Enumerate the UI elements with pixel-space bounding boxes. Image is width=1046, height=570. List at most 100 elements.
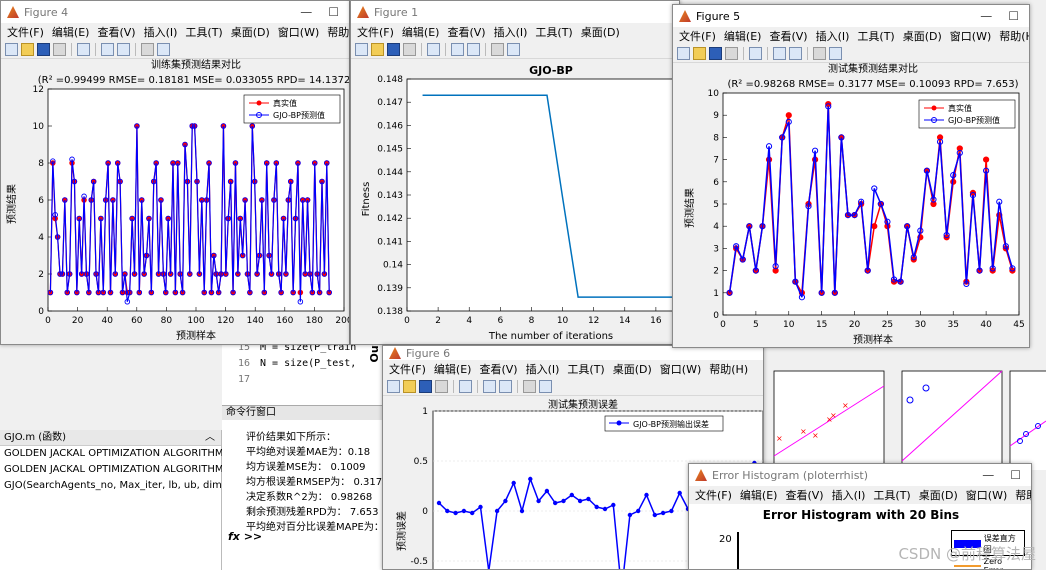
menu-file[interactable]: 文件(F) [387, 361, 432, 377]
menu-window[interactable]: 窗口(W) [964, 487, 1013, 503]
property-editor-icon[interactable] [157, 43, 170, 56]
menu-view[interactable]: 查看(V) [767, 28, 813, 44]
open-folder-icon[interactable] [21, 43, 34, 56]
figure6-titlebar[interactable]: Figure 6 [383, 346, 763, 360]
menu-view[interactable]: 查看(V) [783, 487, 829, 503]
arrow-cursor-icon[interactable] [141, 43, 154, 56]
menu-file[interactable]: 文件(F) [693, 487, 738, 503]
menu-tools[interactable]: 工具(T) [871, 487, 916, 503]
fitness-xtick: 2 [435, 316, 441, 326]
maximize-icon[interactable]: ☐ [1010, 468, 1021, 482]
legend-icon[interactable] [499, 380, 512, 393]
colorbar-icon[interactable] [483, 380, 496, 393]
file-row[interactable]: GOLDEN JACKAL OPTIMIZATION ALGORITHM %% [0, 462, 246, 478]
link-icon[interactable] [77, 43, 90, 56]
open-folder-icon[interactable] [403, 380, 416, 393]
menu-tools[interactable]: 工具(T) [533, 24, 578, 40]
property-editor-icon[interactable] [507, 43, 520, 56]
menu-help[interactable]: 帮助(H) [707, 361, 754, 377]
menu-help[interactable]: 帮助(H) [997, 28, 1029, 44]
figure1-titlebar[interactable]: Figure 1 [351, 1, 679, 23]
maximize-icon[interactable]: ☐ [328, 5, 339, 19]
file-row[interactable]: GOLDEN JACKAL OPTIMIZATION ALGORITHM %% [0, 446, 246, 462]
command-window[interactable]: 命令行窗口 评价结果如下所示： 平均绝对误差MAE为：0.18 均方误差MSE为… [222, 405, 397, 570]
arrow-cursor-icon[interactable] [523, 380, 536, 393]
maximize-icon[interactable]: ☐ [1008, 9, 1019, 23]
save-icon[interactable] [419, 380, 432, 393]
menu-insert[interactable]: 插入(I) [492, 24, 534, 40]
arrow-cursor-icon[interactable] [491, 43, 504, 56]
menu-file[interactable]: 文件(F) [355, 24, 400, 40]
menu-tools[interactable]: 工具(T) [565, 361, 610, 377]
property-editor-icon[interactable] [539, 380, 552, 393]
menu-desktop[interactable]: 桌面(D) [917, 487, 964, 503]
legend-icon[interactable] [789, 47, 802, 60]
chevron-up-icon[interactable]: ︿ [205, 430, 221, 445]
link-icon[interactable] [427, 43, 440, 56]
property-editor-icon[interactable] [829, 47, 842, 60]
menu-insert[interactable]: 插入(I) [830, 487, 872, 503]
arrow-cursor-icon[interactable] [813, 47, 826, 60]
figure5-titlebar[interactable]: Figure 5 — ☐ [673, 5, 1029, 27]
code-editor[interactable]: 15 M = size(P_train 16 N = size(P_test, 17 [222, 340, 384, 405]
menu-insert[interactable]: 插入(I) [814, 28, 856, 44]
menu-file[interactable]: 文件(F) [5, 24, 50, 40]
menu-edit[interactable]: 编辑(E) [400, 24, 446, 40]
open-folder-icon[interactable] [371, 43, 384, 56]
menu-edit[interactable]: 编辑(E) [50, 24, 96, 40]
legend-icon[interactable] [117, 43, 130, 56]
figure5-window[interactable]: Figure 5 — ☐ 文件(F) 编辑(E) 查看(V) 插入(I) 工具(T) 桌面(D… [672, 4, 1030, 348]
menu-view[interactable]: 查看(V) [477, 361, 523, 377]
train-xtick: 0 [45, 316, 51, 326]
menu-insert[interactable]: 插入(I) [142, 24, 184, 40]
save-icon[interactable] [37, 43, 50, 56]
menu-view[interactable]: 查看(V) [445, 24, 491, 40]
legend-icon[interactable] [467, 43, 480, 56]
figure4-window[interactable]: Figure 4 — ☐ 文件(F) 编辑(E) 查看(V) 插入(I) 工具(T) 桌面(D… [0, 0, 350, 345]
print-icon[interactable] [725, 47, 738, 60]
figure4-titlebar[interactable]: Figure 4 — ☐ [1, 1, 349, 23]
menu-help[interactable]: 帮助(H) [1013, 487, 1031, 503]
menu-insert[interactable]: 插入(I) [524, 361, 566, 377]
menu-window[interactable]: 窗口(W) [276, 24, 325, 40]
save-icon[interactable] [387, 43, 400, 56]
menu-desktop[interactable]: 桌面(D) [229, 24, 276, 40]
new-file-icon[interactable] [5, 43, 18, 56]
print-icon[interactable] [435, 380, 448, 393]
minimize-icon[interactable]: — [980, 9, 992, 23]
print-icon[interactable] [403, 43, 416, 56]
colorbar-icon[interactable] [773, 47, 786, 60]
link-icon[interactable] [459, 380, 472, 393]
menu-help[interactable]: 帮助(H) [325, 24, 349, 40]
print-icon[interactable] [53, 43, 66, 56]
menu-edit[interactable]: 编辑(E) [432, 361, 478, 377]
menu-view[interactable]: 查看(V) [95, 24, 141, 40]
minimize-icon[interactable]: — [300, 5, 312, 19]
menu-window[interactable]: 窗口(W) [948, 28, 997, 44]
save-icon[interactable] [709, 47, 722, 60]
open-folder-icon[interactable] [693, 47, 706, 60]
link-icon[interactable] [749, 47, 762, 60]
menu-window[interactable]: 窗口(W) [658, 361, 707, 377]
figure1-window[interactable]: Figure 1 文件(F) 编辑(E) 查看(V) 插入(I) 工具(T) 桌面(D) … [350, 0, 680, 345]
menu-tools[interactable]: 工具(T) [855, 28, 900, 44]
menu-tools[interactable]: 工具(T) [183, 24, 228, 40]
menu-desktop[interactable]: 桌面(D) [579, 24, 626, 40]
new-file-icon[interactable] [355, 43, 368, 56]
file-row[interactable]: GJO(SearchAgents_no, Max_iter, lb, ub, d… [0, 478, 251, 494]
figure4-toolbar [1, 41, 349, 59]
new-file-icon[interactable] [677, 47, 690, 60]
menu-desktop[interactable]: 桌面(D) [611, 361, 658, 377]
menu-edit[interactable]: 编辑(E) [738, 487, 784, 503]
file-panel-header: GJO.m (函数) [4, 432, 67, 443]
colorbar-icon[interactable] [101, 43, 114, 56]
minimize-icon[interactable]: — [982, 468, 994, 482]
colorbar-icon[interactable] [451, 43, 464, 56]
command-output-line: 决定系数R^2为： 0.98268 [246, 492, 373, 503]
new-file-icon[interactable] [387, 380, 400, 393]
errhist-titlebar[interactable]: Error Histogram (ploterrhist) — ☐ [689, 464, 1031, 486]
command-prompt[interactable]: fx >> [228, 530, 262, 543]
menu-file[interactable]: 文件(F) [677, 28, 722, 44]
menu-desktop[interactable]: 桌面(D) [901, 28, 948, 44]
menu-edit[interactable]: 编辑(E) [722, 28, 768, 44]
